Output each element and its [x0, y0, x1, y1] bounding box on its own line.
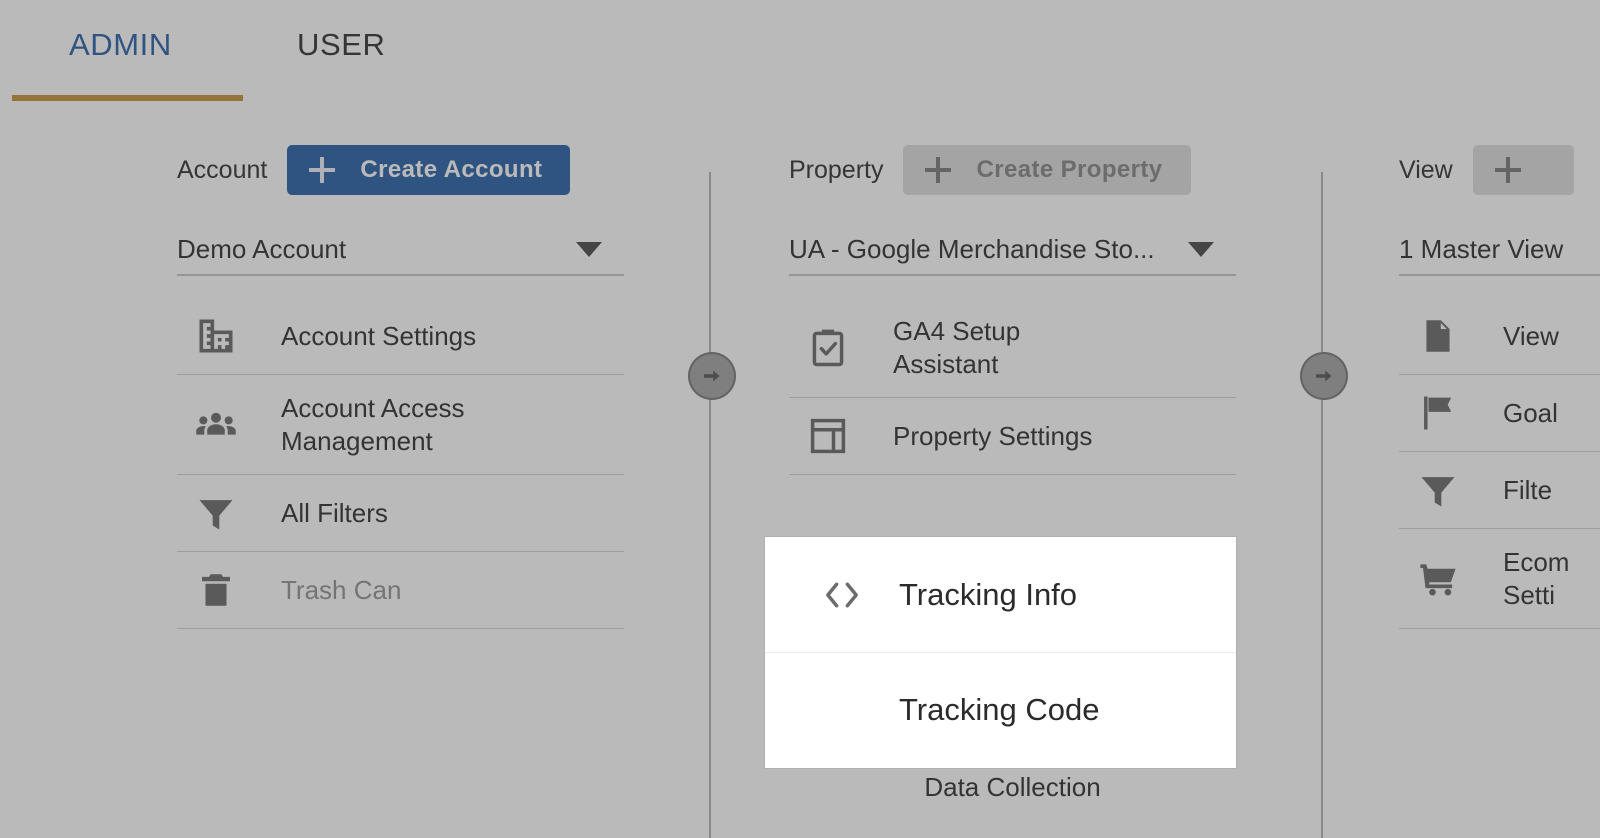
menu-item-account-access-management[interactable]: Account Access Management [177, 375, 624, 475]
menu-item-filters[interactable]: Filte [1399, 452, 1600, 529]
property-bottom-label: Data Collection [924, 772, 1101, 802]
create-account-button[interactable]: Create Account [287, 145, 571, 195]
tab-user[interactable]: USER [297, 22, 386, 68]
property-column-label: Property [789, 155, 884, 184]
plus-icon [309, 157, 336, 183]
property-selector[interactable]: UA - Google Merchandise Sto... [789, 224, 1236, 276]
create-property-button-label: Create Property [976, 156, 1163, 183]
view-menu: View Goal Filte Ecom Setti [1399, 298, 1600, 629]
plus-icon [925, 157, 952, 183]
menu-item-label: GA4 Setup Assistant [893, 315, 1021, 379]
funnel-icon [189, 491, 243, 535]
account-selector[interactable]: Demo Account [177, 224, 624, 276]
account-column-label: Account [177, 155, 268, 184]
create-property-button[interactable]: Create Property [903, 145, 1191, 195]
people-group-icon [189, 402, 243, 448]
cart-icon [1411, 557, 1465, 601]
clipboard-check-icon [801, 326, 855, 370]
chevron-down-icon [576, 242, 602, 257]
code-brackets-icon [813, 572, 871, 618]
account-selector-value: Demo Account [177, 233, 347, 264]
menu-item-label: View [1503, 320, 1559, 351]
menu-item-label: Property Settings [893, 420, 1093, 451]
trash-icon [189, 569, 243, 611]
menu-item-label: Account Access Management [281, 392, 465, 456]
view-column-header: View [1399, 140, 1600, 200]
building-icon [189, 314, 243, 358]
menu-item-label: Ecom Setti [1503, 546, 1570, 610]
account-column-header: Account Create Account [177, 140, 624, 200]
column-divider-2 [1321, 172, 1323, 838]
property-selector-value: UA - Google Merchandise Sto... [789, 233, 1155, 264]
create-view-button[interactable] [1472, 145, 1574, 195]
menu-item-ecommerce-settings[interactable]: Ecom Setti [1399, 529, 1600, 629]
view-column-label: View [1399, 155, 1453, 184]
plus-icon [1494, 157, 1521, 183]
tracking-info-spotlight: Tracking Info Tracking Code [765, 537, 1236, 768]
column-property: Property Create Property UA - Google Mer… [789, 140, 1236, 475]
property-menu: GA4 Setup Assistant Property Settings [789, 298, 1236, 475]
arrow-right-circle-icon[interactable] [1300, 352, 1348, 400]
menu-item-label: Tracking Info [899, 576, 1078, 612]
admin-tabbar: ADMIN USER [0, 0, 1600, 102]
menu-item-account-settings[interactable]: Account Settings [177, 298, 624, 375]
create-account-button-label: Create Account [360, 156, 543, 183]
document-icon [1411, 315, 1465, 357]
flag-icon [1411, 391, 1465, 435]
menu-item-property-settings[interactable]: Property Settings [789, 398, 1236, 475]
menu-item-tracking-info[interactable]: Tracking Info [765, 537, 1236, 652]
menu-item-view-settings[interactable]: View [1399, 298, 1600, 375]
arrow-right-circle-icon[interactable] [688, 352, 736, 400]
menu-item-ga4-setup-assistant[interactable]: GA4 Setup Assistant [789, 298, 1236, 398]
menu-item-label: Tracking Code [899, 692, 1100, 727]
menu-item-all-filters[interactable]: All Filters [177, 475, 624, 552]
view-selector[interactable]: 1 Master View [1399, 224, 1600, 276]
screenshot-root: ADMIN USER Account Create Account Demo A… [0, 0, 1600, 838]
view-selector-value: 1 Master View [1399, 233, 1564, 264]
account-menu: Account Settings Account Access Manageme… [177, 298, 624, 629]
property-column-header: Property Create Property [789, 140, 1236, 200]
funnel-icon [1411, 468, 1465, 512]
column-divider-1 [709, 172, 711, 838]
menu-item-label: Goal [1503, 397, 1558, 428]
tab-admin[interactable]: ADMIN [69, 22, 172, 68]
menu-item-label: Trash Can [281, 574, 402, 605]
menu-item-label: All Filters [281, 497, 388, 528]
menu-item-trash-can[interactable]: Trash Can [177, 552, 624, 629]
menu-item-label: Account Settings [281, 320, 477, 351]
menu-item-tracking-code[interactable]: Tracking Code [765, 652, 1236, 767]
menu-item-label: Filte [1503, 474, 1553, 505]
chevron-down-icon [1188, 242, 1214, 257]
tab-active-underline [12, 95, 243, 101]
column-view: View 1 Master View View Goal Filte Ecom … [1399, 140, 1600, 629]
layout-icon [801, 414, 855, 458]
menu-item-goals[interactable]: Goal [1399, 375, 1600, 452]
column-account: Account Create Account Demo Account Acco… [177, 140, 624, 629]
